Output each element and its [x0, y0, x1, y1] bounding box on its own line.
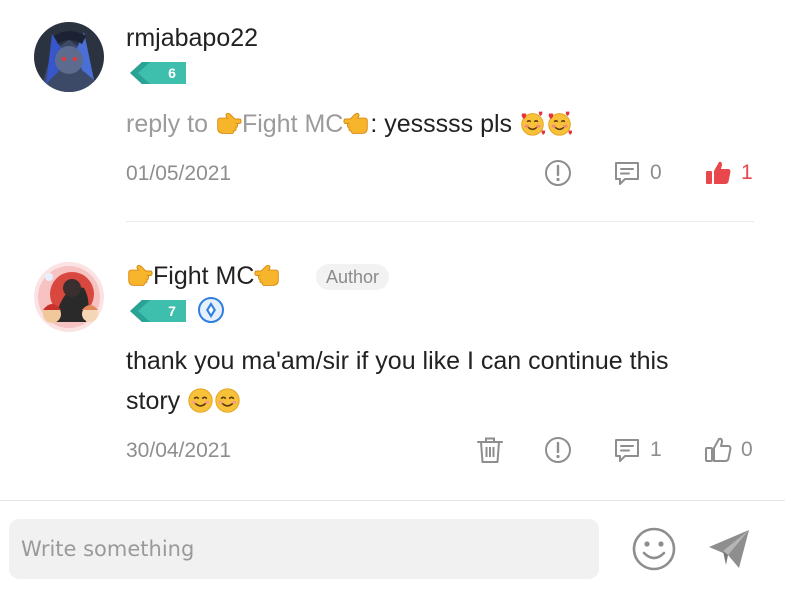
avatar[interactable] — [34, 22, 104, 92]
composer-divider — [0, 500, 785, 501]
like-count: 1 — [741, 161, 753, 184]
report-button[interactable] — [543, 435, 573, 465]
reply-count: 1 — [650, 438, 662, 461]
report-icon — [545, 160, 571, 186]
like-count: 0 — [741, 438, 753, 461]
point-left-emoji-icon — [343, 110, 370, 137]
comment-input[interactable] — [9, 519, 599, 579]
smiling-face-icon — [214, 387, 241, 414]
avatar[interactable] — [34, 262, 104, 332]
point-right-emoji-icon — [126, 262, 153, 289]
emoji-picker-button[interactable] — [630, 525, 678, 573]
smiling-face-with-hearts-icon — [546, 110, 573, 137]
comment-message-line: story — [126, 381, 669, 421]
smiling-face-icon — [187, 387, 214, 414]
reply-target[interactable]: Fight MC — [242, 110, 343, 138]
divider — [126, 221, 754, 222]
level-number: 7 — [168, 303, 176, 319]
level-number: 6 — [168, 65, 176, 81]
reply-separator: : — [370, 110, 385, 138]
like-button[interactable]: 1 — [703, 158, 753, 188]
like-button[interactable]: 0 — [703, 435, 753, 465]
smiling-face-with-hearts-icon — [519, 110, 546, 137]
send-icon — [709, 530, 749, 568]
like-icon — [705, 437, 732, 462]
username[interactable]: Fight MC — [126, 262, 281, 291]
point-right-emoji-icon — [215, 110, 242, 137]
verified-icon — [198, 297, 224, 323]
delete-button[interactable] — [475, 435, 505, 465]
send-button[interactable] — [706, 527, 752, 571]
author-badge: Author — [316, 264, 390, 290]
comment-message-line: thank you ma'am/sir if you like I can co… — [126, 347, 669, 375]
comment-message: yesssss pls — [384, 110, 520, 138]
username[interactable]: rmjabapo22 — [126, 24, 258, 53]
emoji-picker-icon — [632, 527, 676, 571]
username-text: Fight MC — [153, 262, 255, 290]
level-badge: 6 — [128, 62, 188, 84]
report-icon — [545, 437, 571, 463]
like-icon — [706, 161, 731, 184]
reply-count: 0 — [650, 161, 662, 184]
reply-prefix: reply to — [126, 110, 215, 138]
level-badge: 7 — [128, 300, 188, 322]
reply-icon — [615, 162, 639, 185]
comment-text: reply to Fight MC: yesssss pls — [126, 104, 573, 144]
point-left-emoji-icon — [254, 262, 281, 289]
delete-icon — [477, 437, 503, 463]
report-button[interactable] — [543, 158, 573, 188]
reply-button[interactable]: 0 — [612, 158, 662, 188]
comment-text: thank you ma'am/sir if you like I can co… — [126, 341, 669, 421]
reply-icon — [615, 439, 639, 462]
comment-date: 30/04/2021 — [126, 439, 232, 462]
reply-button[interactable]: 1 — [612, 435, 662, 465]
comment-date: 01/05/2021 — [126, 162, 232, 185]
